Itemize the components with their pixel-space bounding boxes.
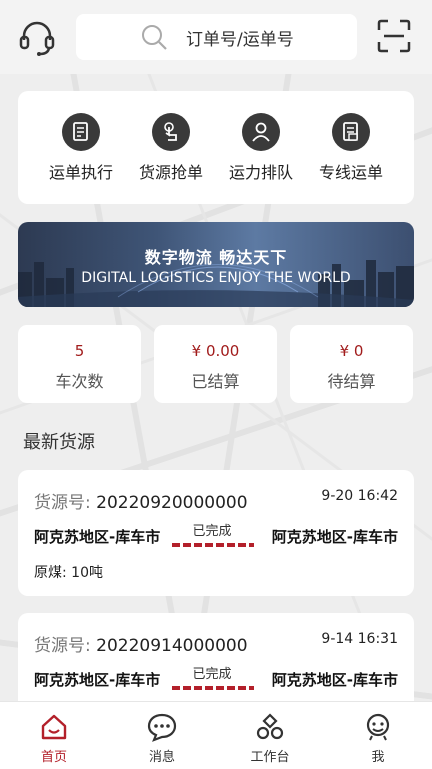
menu-label: 专线运单 [318, 163, 383, 182]
banner-title: 数字物流 畅达天下 [144, 248, 288, 267]
bottom-tab-bar: 首页 消息 工作台 我 [0, 701, 432, 769]
origin: 阿克苏地区-库车市 [34, 671, 161, 689]
quick-menu-card: 运单执行 货源抢单 运力排队 专线运单 [18, 91, 414, 204]
cargo-card[interactable]: 货源号: 20220920000000 9-20 16:42 阿克苏地区-库车市… [18, 470, 414, 596]
search-placeholder: 订单号/运单号 [186, 29, 294, 50]
menu-label: 运力排队 [228, 163, 293, 182]
menu-label: 货源抢单 [138, 163, 203, 182]
people-queue-icon [242, 113, 280, 151]
stat-pending[interactable]: ¥ 0 待结算 [290, 325, 413, 403]
cargo-number-value: 20220920000000 [96, 493, 248, 513]
tab-messages[interactable]: 消息 [122, 710, 202, 765]
status-bar [172, 543, 254, 547]
goods-info: 原煤: 10吨 [34, 565, 103, 581]
banner-subtitle: DIGITAL LOGISTICS ENJOY THE WORLD [81, 270, 351, 286]
tab-label: 消息 [148, 750, 175, 765]
status-bar [172, 686, 254, 690]
section-title: 最新货源 [23, 432, 95, 453]
workbench-icon [253, 710, 287, 744]
cargo-number-label: 货源号: [34, 636, 91, 656]
stat-trip-count[interactable]: 5 车次数 [18, 325, 141, 403]
cargo-number-value: 20220914000000 [96, 636, 248, 656]
tab-home[interactable]: 首页 [14, 710, 94, 765]
home-icon [37, 710, 71, 744]
message-icon [145, 710, 179, 744]
stat-label: 车次数 [55, 372, 104, 391]
document-list-icon [332, 113, 370, 151]
stat-value: ¥ 0 [339, 342, 364, 360]
status-label: 已完成 [192, 667, 232, 682]
menu-item-line-waybill[interactable]: 专线运单 [306, 113, 396, 183]
cargo-number: 货源号: 20220920000000 [34, 488, 248, 513]
origin: 阿克苏地区-库车市 [34, 528, 161, 546]
tab-label: 我 [371, 750, 385, 765]
destination: 阿克苏地区-库车市 [271, 528, 398, 546]
promo-banner[interactable]: 数字物流 畅达天下 DIGITAL LOGISTICS ENJOY THE WO… [18, 222, 414, 307]
tab-label: 首页 [40, 750, 67, 765]
scan-icon[interactable] [374, 16, 414, 56]
cargo-number: 货源号: 20220914000000 [34, 631, 248, 656]
menu-item-capacity-queue[interactable]: 运力排队 [216, 113, 306, 183]
destination: 阿克苏地区-库车市 [271, 671, 398, 689]
menu-item-grab-cargo[interactable]: 货源抢单 [126, 113, 216, 183]
menu-item-waybill-execution[interactable]: 运单执行 [36, 113, 126, 183]
cargo-number-label: 货源号: [34, 493, 91, 513]
stat-settled[interactable]: ¥ 0.00 已结算 [154, 325, 277, 403]
tab-me[interactable]: 我 [338, 710, 418, 765]
tab-label: 工作台 [250, 750, 290, 765]
cargo-time: 9-14 16:31 [321, 631, 398, 647]
document-edit-icon [62, 113, 100, 151]
header: 订单号/运单号 [0, 0, 432, 74]
stat-value: 5 [74, 342, 85, 360]
profile-icon [361, 710, 395, 744]
search-icon [142, 25, 167, 50]
search-box[interactable]: 订单号/运单号 [76, 14, 357, 60]
tab-workbench[interactable]: 工作台 [230, 710, 310, 765]
stat-value: ¥ 0.00 [191, 342, 240, 360]
menu-label: 运单执行 [48, 163, 113, 182]
status-label: 已完成 [192, 524, 232, 539]
stat-label: 已结算 [191, 372, 240, 391]
hand-tap-icon [152, 113, 190, 151]
cargo-time: 9-20 16:42 [321, 488, 398, 504]
stat-label: 待结算 [327, 372, 376, 391]
customer-service-icon[interactable] [16, 16, 58, 58]
